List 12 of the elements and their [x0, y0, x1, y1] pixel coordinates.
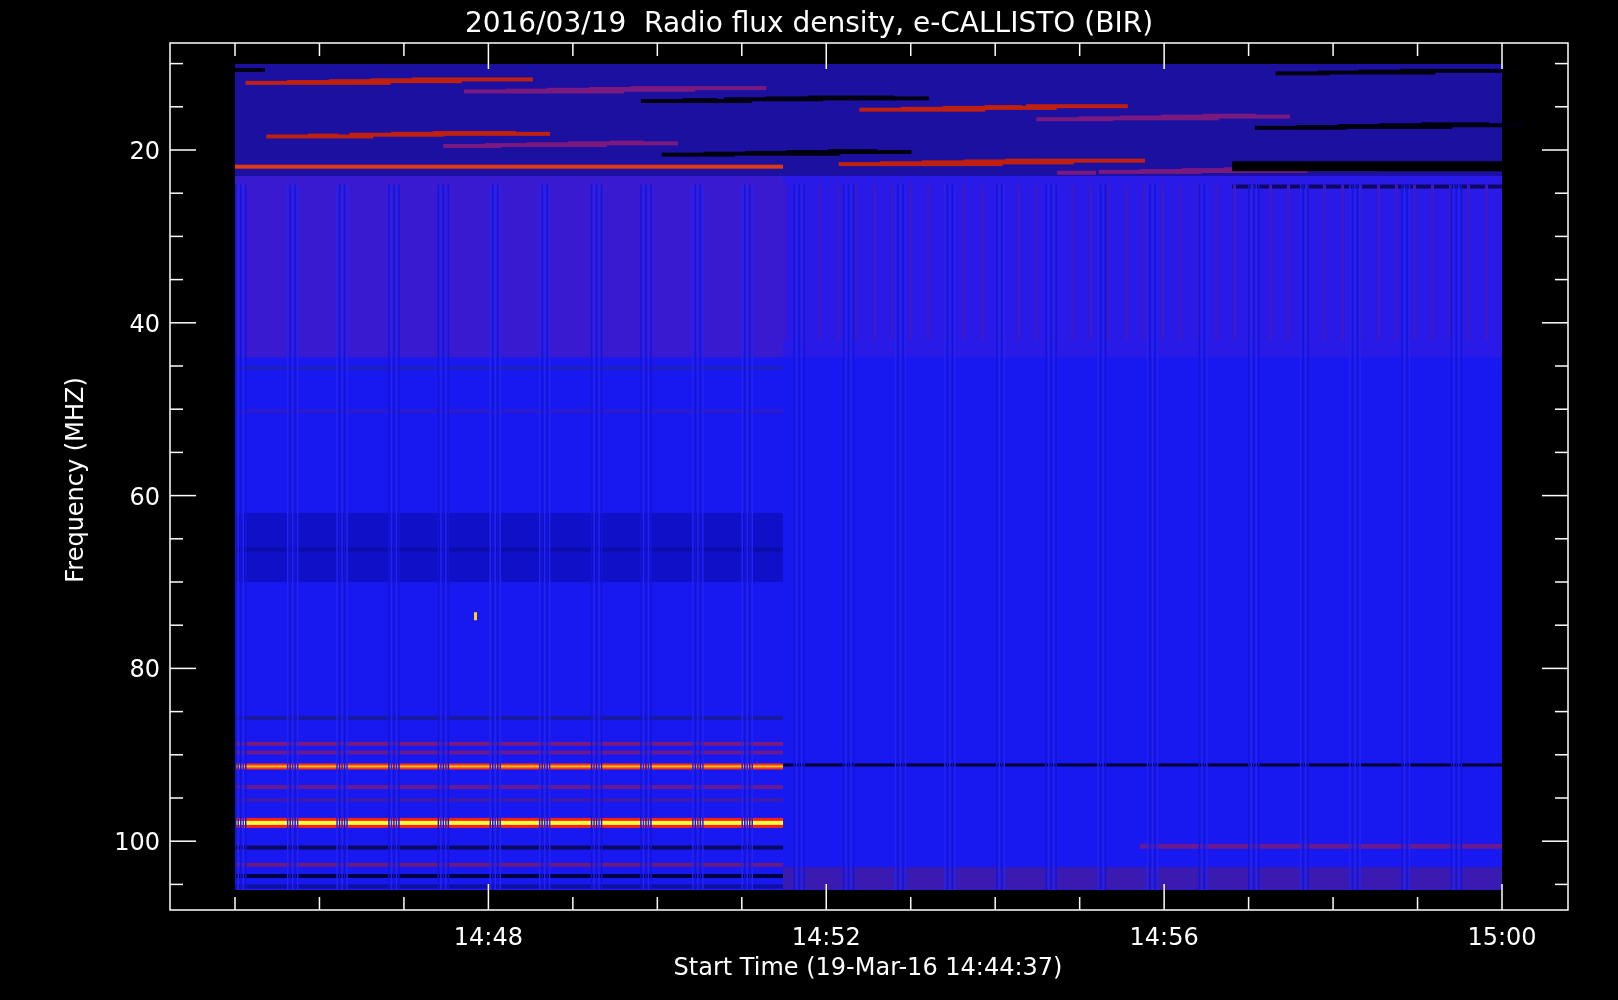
axis-tick-label: 14:56: [1129, 923, 1199, 951]
axis-tick-label: 15:00: [1467, 923, 1537, 951]
chart-title: 2016/03/19 Radio flux density, e-CALLISTO (BIR): [464, 6, 1154, 39]
axis-tick-label: 14:48: [453, 923, 523, 951]
axis-tick-label: 60: [129, 482, 160, 511]
x-axis-label: Start Time (19-Mar-16 14:44:37): [673, 953, 1063, 981]
axis-tick-label: 20: [129, 137, 160, 165]
axis-tick-label: 100: [114, 828, 160, 857]
y-axis-label: Frequency (MHZ): [61, 377, 89, 583]
axis-tick-label: 14:52: [791, 923, 861, 951]
axis-tick-label: 80: [129, 655, 160, 684]
axis-tick-label: 40: [129, 309, 160, 338]
